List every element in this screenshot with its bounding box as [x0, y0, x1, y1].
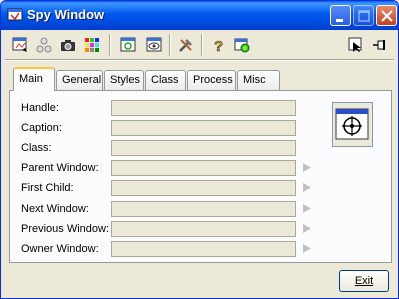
- title-bar[interactable]: Spy Window: [1, 1, 398, 30]
- browser-icon[interactable]: [231, 34, 253, 56]
- parent-window-field[interactable]: [111, 160, 296, 176]
- tools-icon[interactable]: [175, 34, 197, 56]
- caption-label: Caption:: [21, 122, 62, 134]
- first-child-field[interactable]: [111, 180, 296, 196]
- tab-class[interactable]: Class: [145, 70, 186, 90]
- next-window-label: Next Window:: [21, 203, 89, 215]
- previous-window-go-icon[interactable]: [302, 223, 312, 237]
- parent-window-go-icon[interactable]: [302, 162, 312, 176]
- view-window-icon[interactable]: [143, 34, 165, 56]
- class-label: Class:: [21, 142, 52, 154]
- owner-window-label: Owner Window:: [21, 243, 99, 255]
- tab-styles[interactable]: Styles: [104, 70, 144, 90]
- spy-window: Spy Window ? Main General Styles Class P…: [0, 0, 399, 299]
- tab-general[interactable]: General: [56, 70, 103, 90]
- select-cursor-icon[interactable]: [345, 34, 367, 56]
- maximize-button[interactable]: [353, 5, 374, 26]
- parent-window-label: Parent Window:: [21, 162, 99, 174]
- hierarchy-icon[interactable]: [33, 34, 55, 56]
- tab-main[interactable]: Main: [13, 67, 55, 91]
- finder-tool[interactable]: [332, 102, 373, 147]
- owner-window-field[interactable]: [111, 241, 296, 257]
- toolbar-separator: [169, 34, 171, 56]
- exit-button-label: Exit: [354, 275, 374, 287]
- next-window-go-icon[interactable]: [302, 203, 312, 217]
- help-icon[interactable]: ?: [207, 34, 229, 56]
- crosshair-finder-icon: [335, 108, 369, 140]
- close-button[interactable]: [376, 5, 397, 26]
- tab-misc[interactable]: Misc: [237, 70, 280, 90]
- first-child-go-icon[interactable]: [302, 182, 312, 196]
- class-field[interactable]: [111, 140, 296, 156]
- svg-text:?: ?: [214, 38, 223, 53]
- caption-field[interactable]: [111, 120, 296, 136]
- minimize-button[interactable]: [330, 5, 351, 26]
- previous-window-field[interactable]: [111, 221, 296, 237]
- toolbar-separator: [109, 34, 111, 56]
- toolbar: ?: [5, 32, 394, 61]
- window-title: Spy Window: [27, 7, 105, 22]
- owner-window-go-icon[interactable]: [302, 243, 312, 257]
- toolbar-separator: [201, 34, 203, 56]
- toolbar-bottom-divider: [5, 59, 394, 61]
- refresh-window-icon[interactable]: [117, 34, 139, 56]
- exit-button[interactable]: Exit: [339, 270, 389, 292]
- window-list-icon[interactable]: [9, 34, 31, 56]
- handle-label: Handle:: [21, 102, 59, 114]
- tab-process[interactable]: Process: [187, 70, 236, 90]
- next-window-field[interactable]: [111, 201, 296, 217]
- handle-field[interactable]: [111, 100, 296, 116]
- app-icon: [7, 7, 23, 23]
- camera-icon[interactable]: [57, 34, 79, 56]
- previous-window-label: Previous Window:: [21, 223, 110, 235]
- color-grid-icon[interactable]: [81, 34, 103, 56]
- first-child-label: First Child:: [21, 182, 74, 194]
- pin-icon[interactable]: [369, 34, 391, 56]
